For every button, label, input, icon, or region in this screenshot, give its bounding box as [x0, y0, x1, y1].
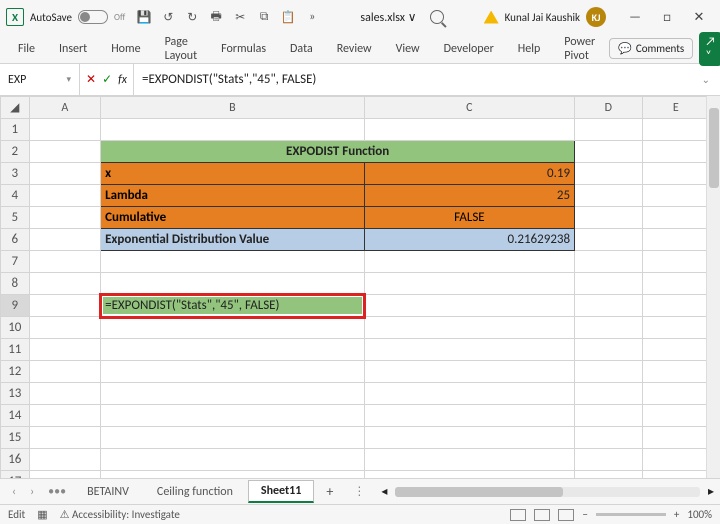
- col-header-B[interactable]: B: [101, 97, 365, 119]
- formula-bar-expand-icon[interactable]: ⌄: [692, 73, 720, 86]
- row-header[interactable]: 4: [1, 185, 30, 207]
- row-header[interactable]: 3: [1, 163, 30, 185]
- tab-page-layout[interactable]: Page Layout: [155, 31, 208, 67]
- row-header[interactable]: 2: [1, 141, 30, 163]
- avatar[interactable]: KJ: [586, 7, 606, 27]
- status-mode: Edit: [8, 508, 25, 521]
- view-page-layout-icon[interactable]: [534, 509, 550, 521]
- row-header[interactable]: 1: [1, 119, 30, 141]
- paste-icon[interactable]: 📋: [279, 8, 297, 26]
- autosave-label: AutoSave: [30, 11, 72, 24]
- sheet-tab-betainv[interactable]: BETAINV: [74, 481, 142, 502]
- maximize-button[interactable]: □: [652, 5, 682, 29]
- tab-home[interactable]: Home: [101, 38, 150, 60]
- horizontal-scrollbar[interactable]: ◂▸: [381, 484, 714, 499]
- autosave-toggle[interactable]: [78, 10, 108, 24]
- row-header[interactable]: 9: [1, 295, 30, 317]
- cell-lambda-val[interactable]: 25: [364, 185, 574, 207]
- cut-icon[interactable]: ✂: [231, 8, 249, 26]
- search-icon[interactable]: [430, 10, 444, 24]
- tab-power-pivot[interactable]: Power Pivot: [554, 31, 605, 67]
- select-all-corner[interactable]: ◢: [1, 97, 30, 119]
- tab-review[interactable]: Review: [327, 38, 382, 60]
- sheet-nav-prev-icon[interactable]: ‹: [6, 485, 22, 499]
- row-header[interactable]: 10: [1, 317, 30, 339]
- formula-bar: EXP▾ ✕ ✓ fx =EXPONDIST("Stats","45", FAL…: [0, 64, 720, 96]
- formula-input[interactable]: =EXPONDIST("Stats","45", FALSE): [134, 72, 692, 87]
- col-header-E[interactable]: E: [642, 97, 706, 119]
- col-header-A[interactable]: A: [29, 97, 101, 119]
- col-header-D[interactable]: D: [575, 97, 642, 119]
- row-header[interactable]: 17: [1, 471, 30, 479]
- undo-icon[interactable]: ↺: [159, 8, 177, 26]
- worksheet-grid[interactable]: ◢ A B C D E 1 2 EXPODIST Function 3 x 0.…: [0, 96, 706, 478]
- vertical-scrollbar[interactable]: [706, 96, 720, 478]
- tab-view[interactable]: View: [386, 38, 430, 60]
- cell-x-label[interactable]: x: [101, 163, 365, 185]
- tab-formulas[interactable]: Formulas: [211, 38, 276, 60]
- filename[interactable]: sales.xlsx ∨: [360, 10, 416, 25]
- cell-title[interactable]: EXPODIST Function: [101, 141, 575, 163]
- tab-divider-icon[interactable]: ⋮: [353, 484, 365, 499]
- status-macro-icon[interactable]: ▦: [37, 508, 47, 521]
- sheet-nav-more-icon[interactable]: •••: [42, 485, 72, 499]
- ribbon-tabs: File Insert Home Page Layout Formulas Da…: [0, 34, 720, 64]
- autosave-state: Off: [114, 12, 125, 23]
- sheet-nav-next-icon[interactable]: ›: [24, 485, 40, 499]
- status-bar: Edit ▦ ⚠ Accessibility: Investigate − + …: [0, 504, 720, 524]
- row-header[interactable]: 7: [1, 251, 30, 273]
- share-button[interactable]: ↗ ˅: [699, 32, 720, 66]
- row-header[interactable]: 14: [1, 405, 30, 427]
- row-header[interactable]: 5: [1, 207, 30, 229]
- minimize-button[interactable]: —: [620, 5, 650, 29]
- cell-result-val[interactable]: 0.21629238: [364, 229, 574, 251]
- close-button[interactable]: ✕: [684, 5, 714, 29]
- copy-icon[interactable]: ⧉: [255, 8, 273, 26]
- zoom-out-icon[interactable]: −: [582, 508, 587, 521]
- cell-lambda-label[interactable]: Lambda: [101, 185, 365, 207]
- user-name: Kunal Jai Kaushik: [505, 11, 580, 24]
- print-icon[interactable]: 🖶: [207, 8, 225, 26]
- zoom-in-icon[interactable]: +: [674, 508, 679, 521]
- tab-file[interactable]: File: [8, 38, 45, 60]
- tab-developer[interactable]: Developer: [434, 38, 504, 60]
- warning-icon[interactable]: [484, 11, 499, 24]
- row-header[interactable]: 11: [1, 339, 30, 361]
- sheet-tab-ceiling[interactable]: Ceiling function: [144, 481, 246, 502]
- cell-B9-active[interactable]: =EXPONDIST("Stats","45", FALSE): [101, 295, 365, 317]
- redo-icon[interactable]: ↻: [183, 8, 201, 26]
- tab-data[interactable]: Data: [280, 38, 323, 60]
- accept-formula-icon[interactable]: ✓: [102, 72, 112, 87]
- row-header[interactable]: 12: [1, 361, 30, 383]
- sheet-tab-bar: ‹ › ••• BETAINV Ceiling function Sheet11…: [0, 478, 720, 504]
- tab-help[interactable]: Help: [508, 38, 551, 60]
- fx-icon[interactable]: fx: [118, 73, 127, 87]
- title-bar: X AutoSave Off 💾 ↺ ↻ 🖶 ✂ ⧉ 📋 » sales.xls…: [0, 0, 720, 34]
- col-header-C[interactable]: C: [364, 97, 574, 119]
- add-sheet-button[interactable]: +: [316, 483, 343, 500]
- zoom-level[interactable]: 100%: [687, 508, 712, 521]
- status-accessibility[interactable]: ⚠ Accessibility: Investigate: [60, 508, 180, 521]
- excel-icon: X: [6, 8, 24, 26]
- sheet-tab-sheet11[interactable]: Sheet11: [248, 480, 314, 503]
- cell-x-val[interactable]: 0.19: [364, 163, 574, 185]
- row-header[interactable]: 6: [1, 229, 30, 251]
- name-box[interactable]: EXP▾: [0, 64, 80, 95]
- view-page-break-icon[interactable]: [558, 509, 574, 521]
- save-icon[interactable]: 💾: [135, 8, 153, 26]
- cancel-formula-icon[interactable]: ✕: [86, 72, 96, 87]
- cell-cumulative-label[interactable]: Cumulative: [101, 207, 365, 229]
- row-header[interactable]: 15: [1, 427, 30, 449]
- quick-access-toolbar: 💾 ↺ ↻ 🖶 ✂ ⧉ 📋 »: [135, 8, 321, 26]
- row-header[interactable]: 8: [1, 273, 30, 295]
- cell-result-label[interactable]: Exponential Distribution Value: [101, 229, 365, 251]
- comments-button[interactable]: 💬 Comments: [609, 38, 693, 59]
- more-icon[interactable]: »: [303, 8, 321, 26]
- tab-insert[interactable]: Insert: [49, 38, 97, 60]
- cell-cumulative-val[interactable]: FALSE: [364, 207, 574, 229]
- zoom-slider[interactable]: [596, 513, 666, 516]
- row-header[interactable]: 13: [1, 383, 30, 405]
- view-normal-icon[interactable]: [510, 509, 526, 521]
- row-header[interactable]: 16: [1, 449, 30, 471]
